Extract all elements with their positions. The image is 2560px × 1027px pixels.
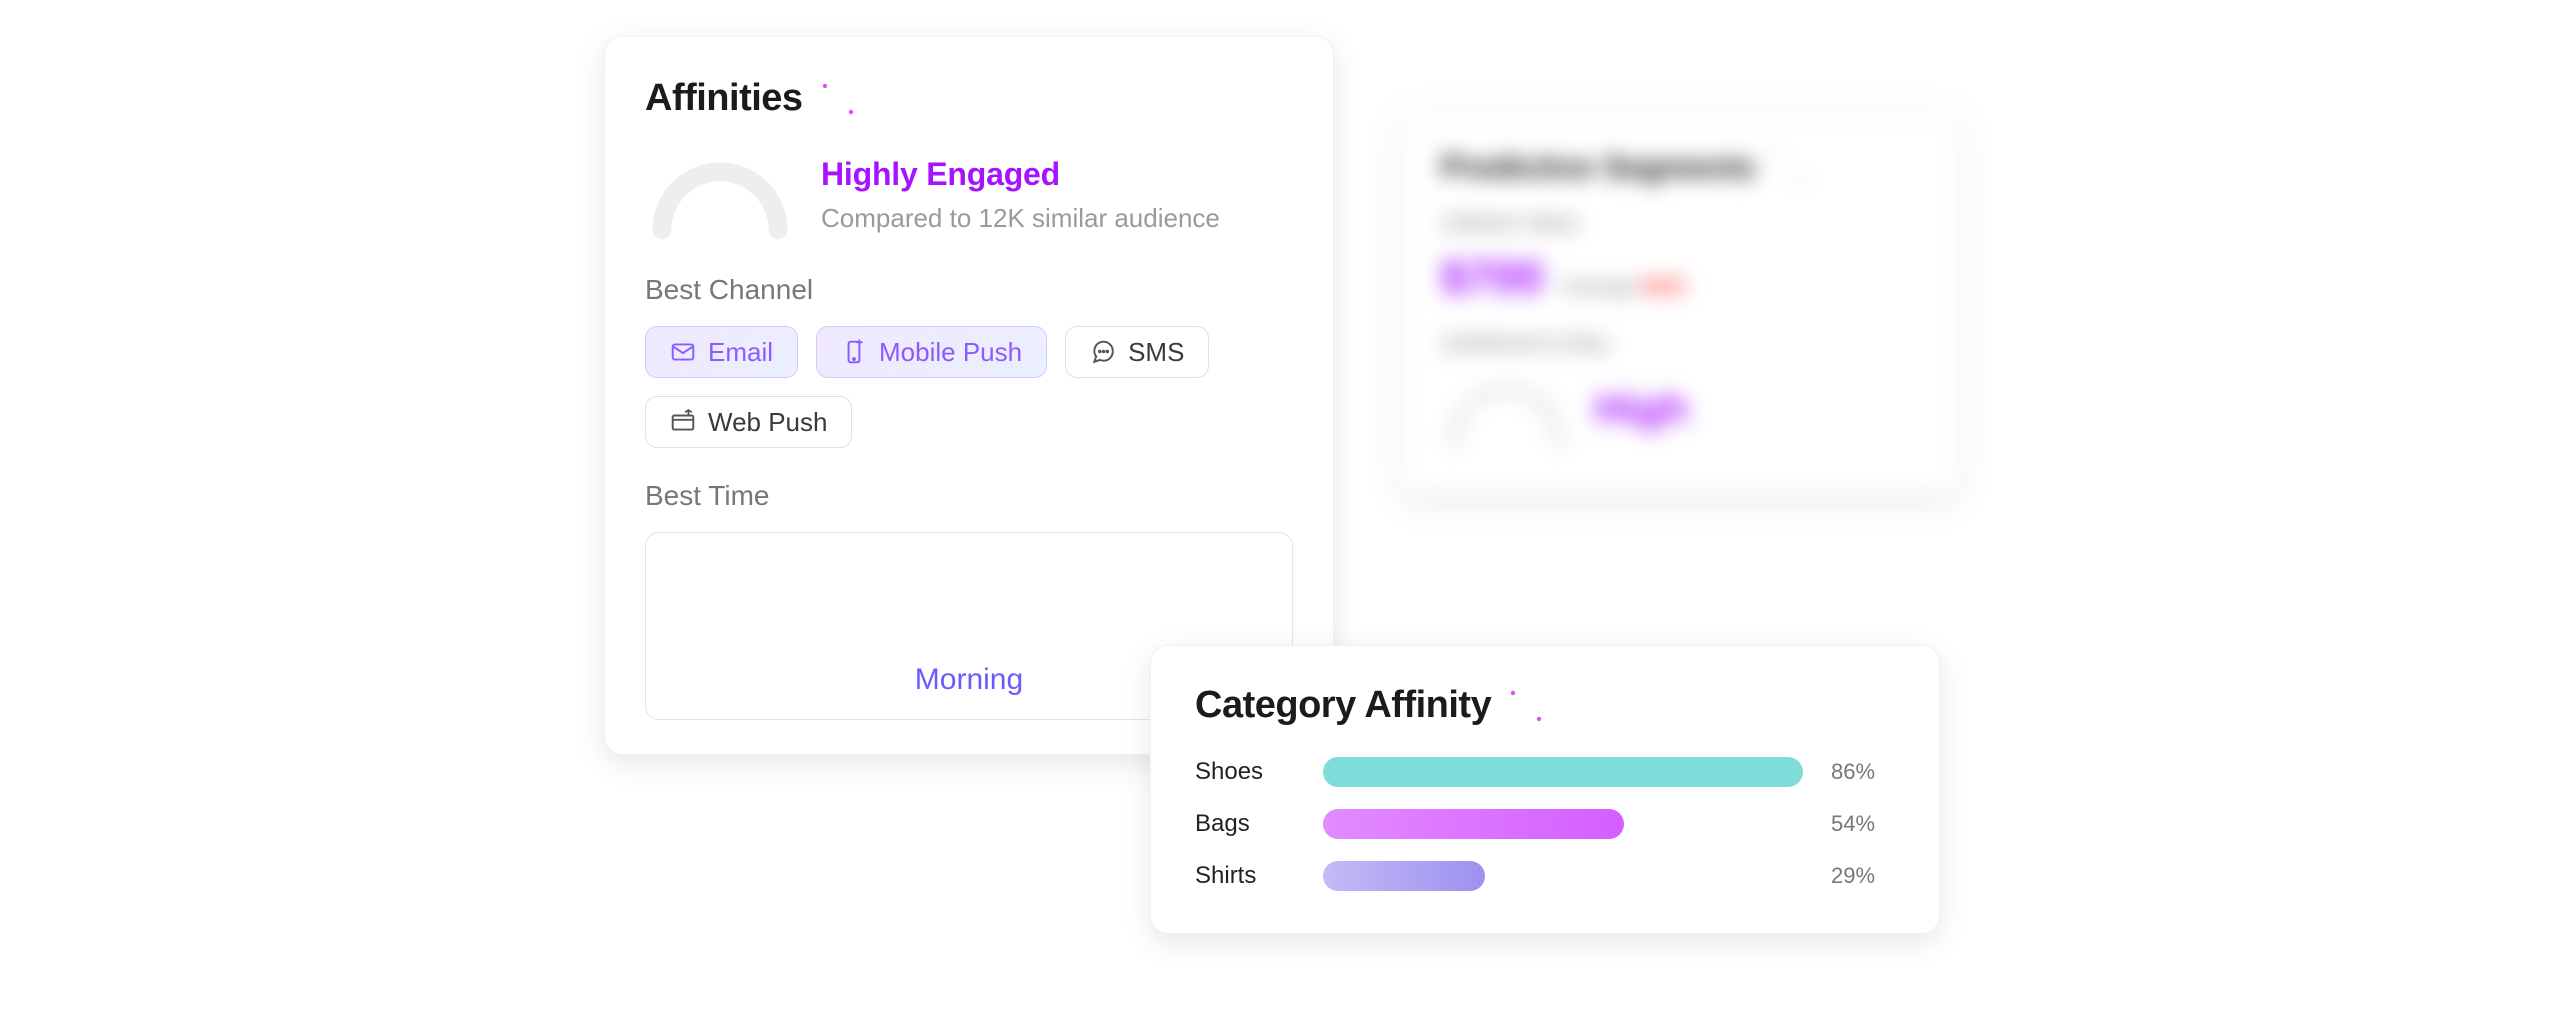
engagement-level: Highly Engaged [821,156,1220,193]
chip-label: SMS [1128,339,1184,365]
bar-track [1323,757,1803,787]
bar-label: Bags [1195,810,1295,838]
predictive-segments-card: Predictive Segments Lifetime Value $700 … [1400,112,1960,493]
affinities-title: Affinities [645,77,803,120]
best-channel-label: Best Channel [645,274,1293,306]
channel-chip-web-push[interactable]: Web Push [645,396,852,448]
likelihood-gauge [1441,370,1571,448]
bar-pct: 29% [1831,863,1901,889]
channel-chip-email[interactable]: Email [645,326,798,378]
ltv-label: Lifetime Value [1441,210,1919,236]
ltv-average: Average $600 [1561,276,1685,299]
web-push-icon [670,409,696,435]
chip-label: Email [708,339,773,365]
ltv-value: $700 [1441,250,1543,304]
bar-fill [1323,809,1624,839]
sparkle-icon [821,82,855,116]
predictive-title: Predictive Segments [1441,149,1756,186]
ltv-avg-accent: $600 [1641,276,1686,298]
bar-row-shirts: Shirts 29% [1195,861,1895,891]
engagement-text: Highly Engaged Compared to 12K similar a… [821,156,1220,234]
category-affinity-card: Category Affinity Shoes 86% Bags 54% Shi… [1150,645,1940,934]
bar-row-shoes: Shoes 86% [1195,757,1895,787]
category-header: Category Affinity [1195,684,1895,727]
bar-pct: 86% [1831,759,1901,785]
bar-fill [1323,757,1803,787]
predictive-header: Predictive Segments [1441,149,1919,186]
bar-pct: 54% [1831,811,1901,837]
sparkle-icon [1509,689,1543,723]
best-time-label: Best Time [645,480,1293,512]
bar-label: Shoes [1195,758,1295,786]
bar-track [1323,809,1803,839]
ltv-avg-prefix: Average [1561,276,1641,298]
sms-icon [1090,339,1116,365]
chip-label: Mobile Push [879,339,1022,365]
engagement-subtext: Compared to 12K similar audience [821,203,1220,234]
mail-icon [670,339,696,365]
bar-track [1323,861,1803,891]
affinities-header: Affinities [645,77,1293,120]
bar-row-bags: Bags 54% [1195,809,1895,839]
channel-chip-mobile-push[interactable]: Mobile Push [816,326,1047,378]
mobile-push-icon [841,339,867,365]
likelihood-row: High [1441,370,1919,448]
bar-fill [1323,861,1485,891]
stage: Predictive Segments Lifetime Value $700 … [0,0,2560,1027]
channel-chip-sms[interactable]: SMS [1065,326,1209,378]
ltv-row: $700 Average $600 [1441,250,1919,304]
likelihood-value: High [1595,385,1688,433]
chip-label: Web Push [708,409,827,435]
likelihood-label: Likelihood to Buy [1441,330,1919,356]
engagement-row: Highly Engaged Compared to 12K similar a… [645,150,1293,240]
sparkle-icon [1770,151,1804,185]
engagement-gauge [645,150,795,240]
channel-chips: Email Mobile Push SMS Web Push [645,326,1293,448]
category-title: Category Affinity [1195,684,1491,727]
bar-label: Shirts [1195,862,1295,890]
